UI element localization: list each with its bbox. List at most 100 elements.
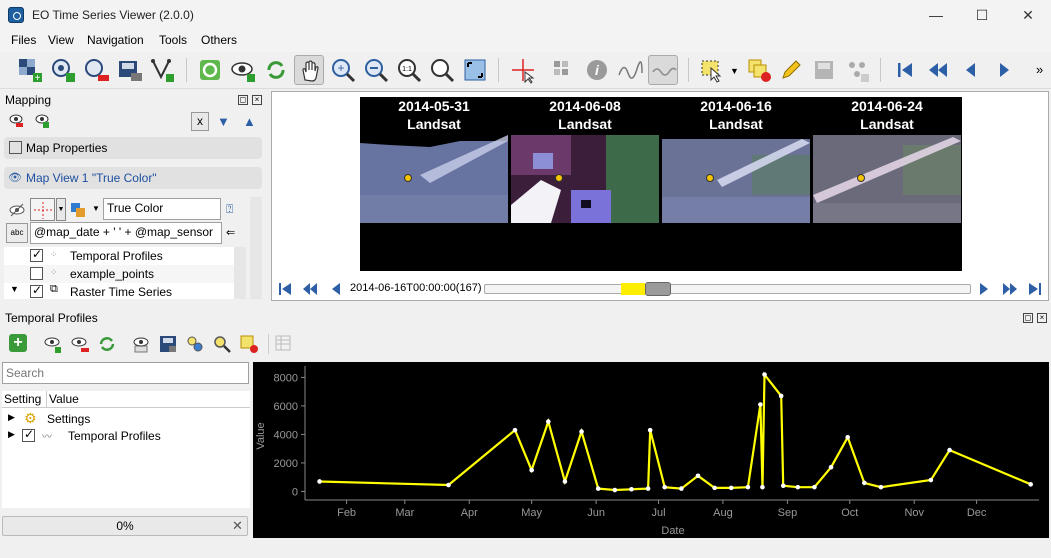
profile-point[interactable]	[595, 486, 601, 491]
column-setting[interactable]: Setting	[4, 392, 41, 406]
expand-arrow-icon[interactable]: ▶	[8, 412, 15, 423]
toolbar-overflow-button[interactable]: »	[1036, 62, 1043, 77]
profile-point[interactable]	[760, 484, 765, 490]
show-map-icon[interactable]	[228, 55, 258, 85]
cancel-progress-icon[interactable]: ✕	[232, 518, 243, 534]
add-feature-icon[interactable]	[842, 55, 872, 85]
profile-point[interactable]	[862, 480, 867, 486]
profile-point[interactable]	[545, 419, 551, 424]
profile-point[interactable]	[529, 467, 534, 473]
float-panel-icon[interactable]: ◻	[1023, 313, 1033, 323]
save-icon[interactable]	[158, 334, 178, 354]
zoom-in-icon[interactable]: +	[328, 55, 358, 85]
temporal-profile-icon[interactable]	[648, 55, 678, 85]
profile-point[interactable]	[762, 372, 767, 377]
add-profile-layer-icon[interactable]	[43, 334, 63, 354]
add-raster-icon[interactable]: +	[15, 55, 45, 85]
zoom-full-icon[interactable]	[460, 55, 490, 85]
collapse-all-icon[interactable]: ▼	[217, 114, 230, 129]
select-pixel-icon[interactable]	[548, 55, 578, 85]
map-tile[interactable]: 2014-05-31 Landsat	[360, 97, 508, 271]
float-panel-icon[interactable]: ◻	[238, 95, 248, 105]
first-date-icon[interactable]	[890, 55, 920, 85]
label-style-icon[interactable]: abc	[6, 223, 28, 243]
layer-visibility-checkbox[interactable]	[30, 267, 43, 280]
profile-point[interactable]	[1028, 482, 1033, 487]
spectral-profile-icon[interactable]	[615, 55, 645, 85]
map-tile[interactable]: 2014-06-08 Landsat	[511, 97, 659, 271]
menu-files[interactable]: Files	[11, 33, 36, 47]
profile-point[interactable]	[679, 486, 684, 491]
search-input[interactable]	[2, 362, 249, 384]
expand-arrow-icon[interactable]: ▶	[8, 429, 15, 440]
clear-button[interactable]: x	[191, 112, 209, 131]
profile-point[interactable]	[778, 393, 784, 399]
profile-point[interactable]	[647, 427, 653, 433]
zoom-native-icon[interactable]: 1:1	[394, 55, 424, 85]
profile-point[interactable]	[780, 483, 786, 489]
tree-row-temporal-profiles[interactable]: ▶ 〰 Temporal Profiles	[2, 427, 250, 445]
time-slider-handle[interactable]	[644, 282, 671, 296]
profile-point[interactable]	[845, 434, 851, 440]
layer-visibility-checkbox[interactable]	[30, 283, 43, 298]
minimize-button[interactable]: —	[913, 0, 959, 30]
profile-point[interactable]	[812, 484, 817, 490]
profiles-visibility-checkbox[interactable]	[22, 427, 35, 442]
first-date-icon[interactable]	[278, 280, 292, 298]
profile-point[interactable]	[828, 464, 834, 470]
help-icon[interactable]: ⍰	[226, 202, 233, 217]
crosshair-icon[interactable]	[508, 55, 538, 85]
save-raster-icon[interactable]	[114, 55, 144, 85]
profile-point[interactable]	[512, 427, 518, 433]
select-features-icon[interactable]	[185, 334, 205, 354]
close-button[interactable]: ✕	[1005, 0, 1051, 30]
previous-page-icon[interactable]	[923, 55, 953, 85]
profile-point[interactable]	[629, 487, 634, 492]
save-edits-icon[interactable]	[809, 55, 839, 85]
menu-view[interactable]: View	[48, 33, 74, 47]
column-value[interactable]: Value	[49, 392, 79, 406]
profile-point[interactable]	[695, 473, 701, 479]
previous-date-icon[interactable]	[330, 280, 342, 298]
mapping-scrollbar[interactable]	[250, 197, 262, 299]
select-feature-icon[interactable]	[697, 55, 727, 85]
profile-point[interactable]	[928, 477, 934, 483]
qgis-sync-icon[interactable]	[195, 55, 225, 85]
map-canvas[interactable]: 2014-05-31 Landsat 2014-06-08 Landsat 20…	[360, 97, 962, 271]
expand-all-icon[interactable]: ▲	[243, 114, 256, 129]
profile-point[interactable]	[446, 482, 451, 488]
expression-builder-icon[interactable]: ⇐	[226, 226, 235, 239]
refresh-icon[interactable]	[261, 55, 291, 85]
map-properties-group[interactable]: Map Properties	[4, 137, 262, 159]
tree-row-settings[interactable]: ▶ ⚙ Settings	[2, 410, 250, 428]
profile-point[interactable]	[579, 429, 584, 434]
info-icon[interactable]: i	[582, 55, 612, 85]
remove-profile-layer-icon[interactable]	[70, 334, 90, 354]
profile-point[interactable]	[745, 484, 751, 490]
profile-point[interactable]	[562, 479, 568, 484]
time-slider-track[interactable]	[484, 284, 971, 294]
menu-others[interactable]: Others	[201, 33, 237, 47]
maximize-button[interactable]: ☐	[959, 0, 1005, 30]
previous-date-icon[interactable]	[956, 55, 986, 85]
layer-row[interactable]: ▼ ⧉ Raster Time Series	[4, 283, 246, 299]
profile-point[interactable]	[712, 485, 717, 491]
chevron-down-icon[interactable]: ▼	[730, 66, 739, 76]
layer-row[interactable]: ⁘ Temporal Profiles	[4, 247, 246, 265]
close-panel-icon[interactable]: ×	[252, 95, 262, 105]
crosshair-dropdown-icon[interactable]: ▼	[56, 198, 66, 221]
add-profile-icon[interactable]: +	[9, 334, 27, 352]
raster-renderer-icon[interactable]	[69, 201, 87, 219]
next-date-icon[interactable]	[978, 280, 990, 298]
profile-point[interactable]	[662, 484, 668, 490]
profile-point[interactable]	[728, 485, 734, 491]
close-panel-icon[interactable]: ×	[1037, 313, 1047, 323]
profile-point[interactable]	[795, 484, 801, 490]
refresh-icon[interactable]	[97, 334, 117, 354]
layer-row[interactable]: ⁘ example_points	[4, 265, 246, 283]
profile-point[interactable]	[317, 479, 322, 484]
eye-icon[interactable]: 👁	[8, 171, 22, 184]
label-expression-field[interactable]: @map_date + ' ' + @map_sensor	[30, 222, 222, 244]
profile-point[interactable]	[947, 447, 952, 453]
edit-icon[interactable]	[776, 55, 806, 85]
